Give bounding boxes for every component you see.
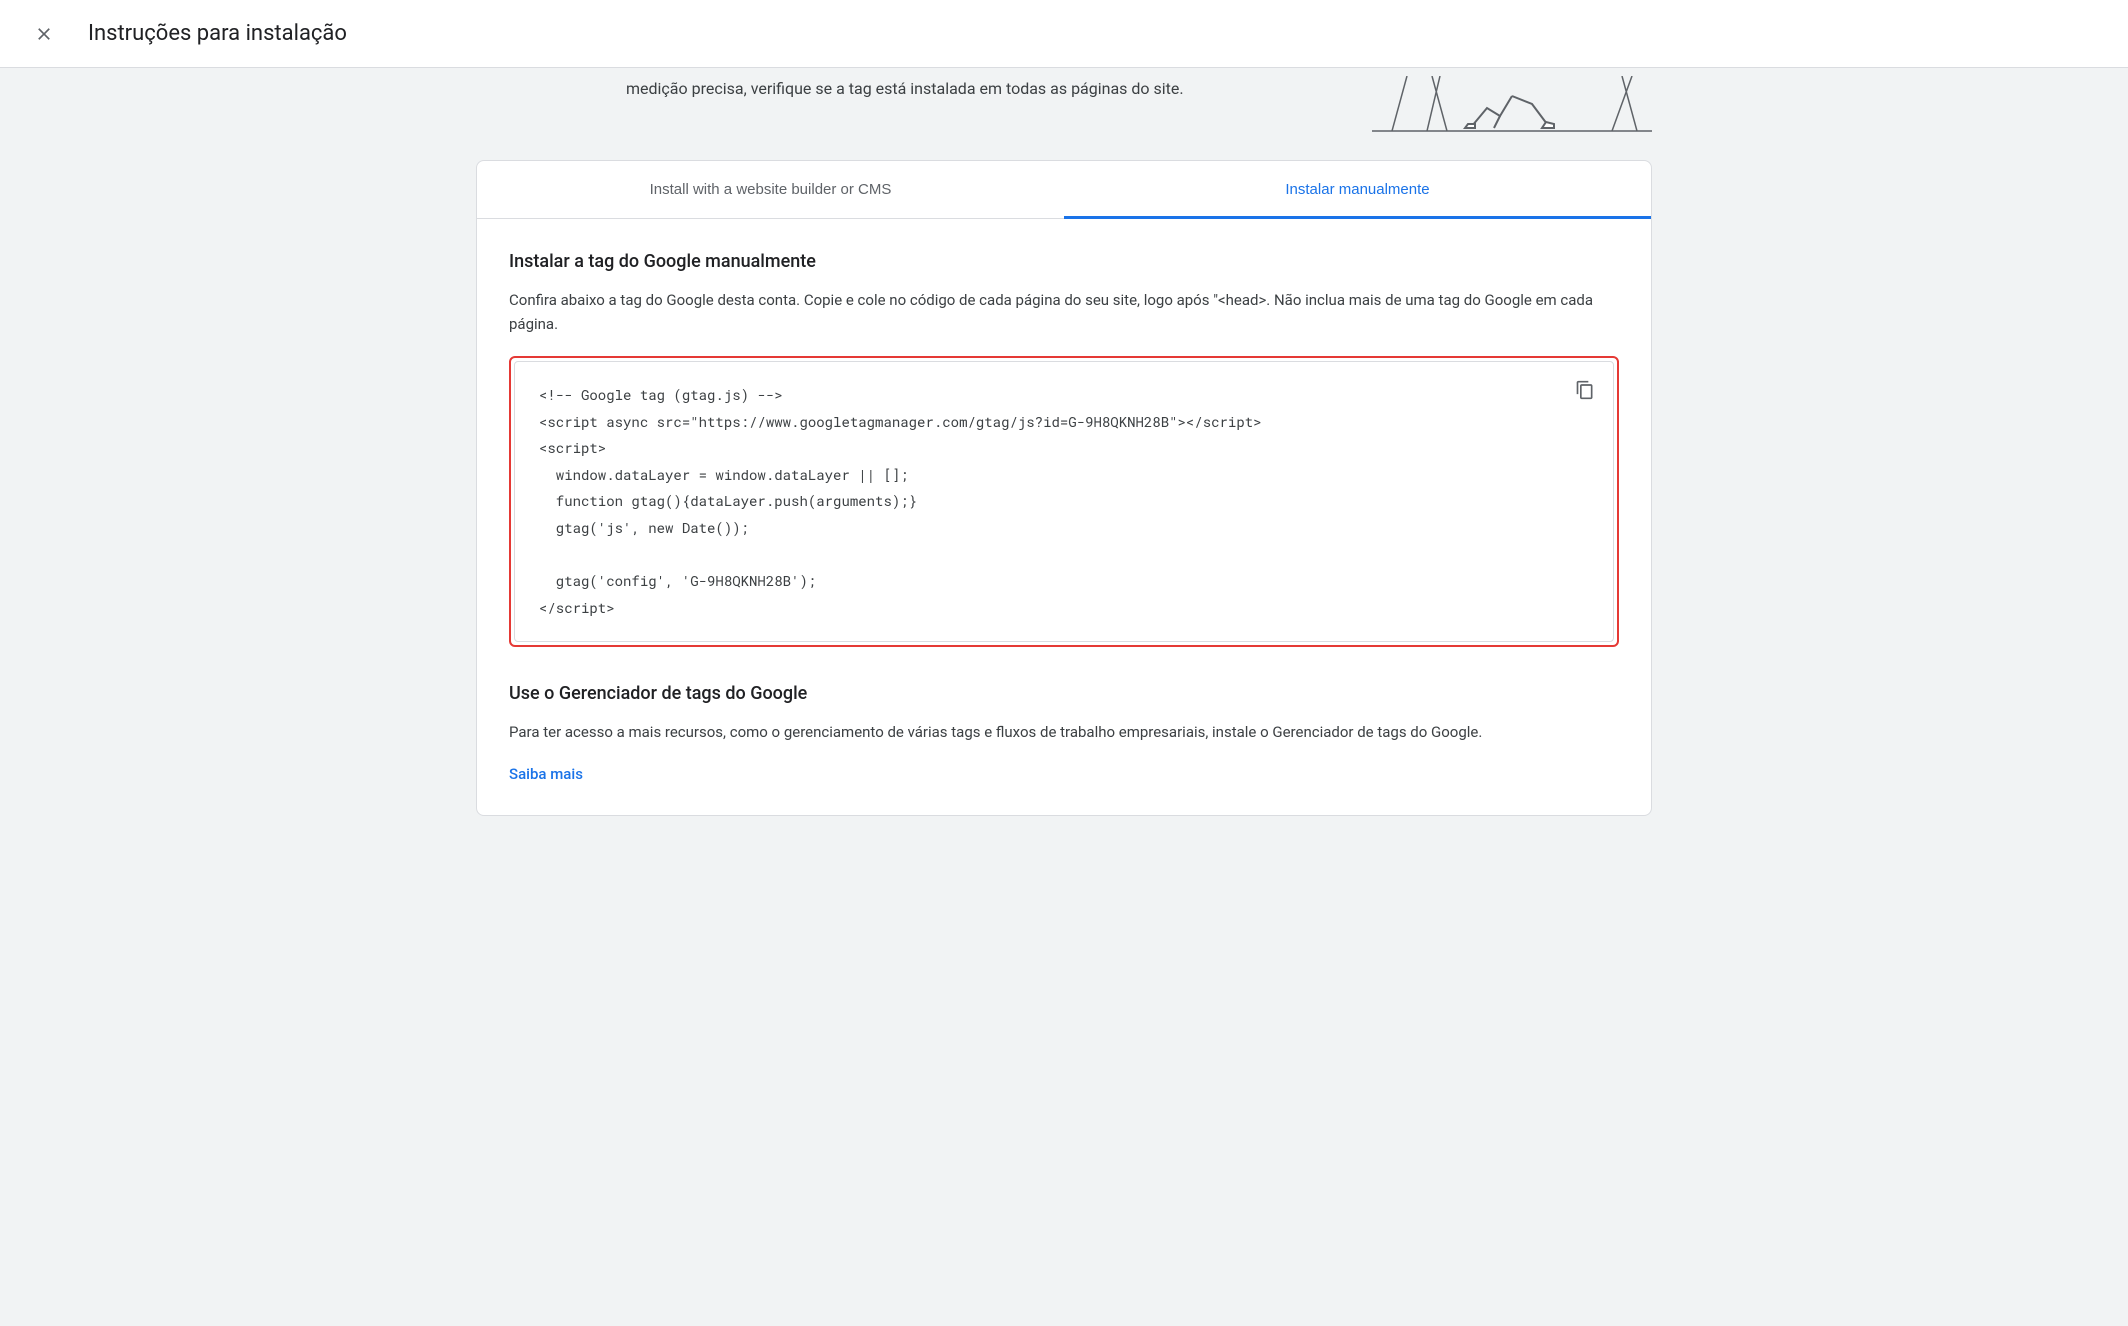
learn-more-link[interactable]: Saiba mais bbox=[509, 765, 583, 783]
gtm-section: Use o Gerenciador de tags do Google Para… bbox=[509, 683, 1619, 783]
copy-icon bbox=[1575, 380, 1595, 400]
tabs: Install with a website builder or CMS In… bbox=[477, 161, 1651, 219]
page-title: Instruções para instalação bbox=[88, 21, 347, 46]
intro-row: medição precisa, verifique se a tag está… bbox=[476, 68, 1652, 160]
code-snippet[interactable]: <!-- Google tag (gtag.js) --> <script as… bbox=[539, 382, 1589, 621]
intro-text: medição precisa, verifique se a tag está… bbox=[476, 76, 1332, 102]
code-block-highlight: <!-- Google tag (gtag.js) --> <script as… bbox=[509, 356, 1619, 647]
code-block: <!-- Google tag (gtag.js) --> <script as… bbox=[514, 361, 1614, 642]
header-bar: Instruções para instalação bbox=[0, 0, 2128, 68]
install-card: Install with a website builder or CMS In… bbox=[476, 160, 1652, 816]
runner-illustration bbox=[1372, 76, 1652, 136]
manual-install-description: Confira abaixo a tag do Google desta con… bbox=[509, 288, 1619, 336]
manual-install-heading: Instalar a tag do Google manualmente bbox=[509, 251, 1619, 272]
gtm-heading: Use o Gerenciador de tags do Google bbox=[509, 683, 1619, 704]
close-icon bbox=[34, 24, 54, 44]
gtm-description: Para ter acesso a mais recursos, como o … bbox=[509, 720, 1619, 744]
close-button[interactable] bbox=[24, 14, 64, 54]
tab-content-manual: Instalar a tag do Google manualmente Con… bbox=[477, 219, 1651, 815]
tab-builder-cms[interactable]: Install with a website builder or CMS bbox=[477, 161, 1064, 218]
tab-manual-install[interactable]: Instalar manualmente bbox=[1064, 161, 1651, 218]
copy-code-button[interactable] bbox=[1567, 372, 1603, 408]
